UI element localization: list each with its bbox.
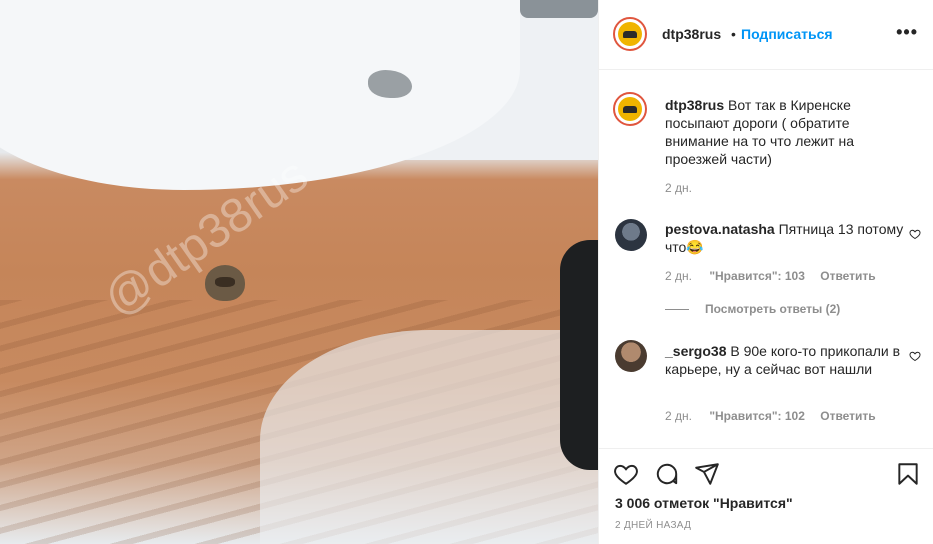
reply-button[interactable]: Ответить — [820, 269, 875, 283]
comment-icon[interactable] — [654, 461, 680, 487]
skull-on-road — [205, 265, 245, 301]
car-mirror — [560, 240, 598, 470]
view-replies-button[interactable]: Посмотреть ответы (2) — [665, 302, 840, 316]
post-photo: @dtp38rus — [0, 0, 598, 544]
comment-username[interactable]: _sergo38 — [665, 343, 726, 359]
comment-text: pestova.natasha Пятница 13 потому что😂 — [665, 220, 905, 256]
post-header: dtp38rus • Подписаться ••• — [599, 0, 933, 70]
parked-car — [520, 0, 598, 18]
frost-patch — [260, 330, 598, 544]
comment-text: _sergo38 В 90е кого-то прикопали в карье… — [665, 342, 905, 378]
bookmark-icon[interactable] — [895, 461, 921, 487]
heart-icon[interactable] — [613, 461, 639, 487]
caption-time[interactable]: 2 дн. — [665, 181, 692, 195]
reply-button[interactable]: Ответить — [820, 409, 875, 423]
follow-button[interactable]: Подписаться — [741, 26, 833, 42]
post-timestamp[interactable]: 2 ДНЕЙ НАЗАД — [615, 520, 691, 531]
comment-username[interactable]: pestova.natasha — [665, 221, 775, 237]
comment-time[interactable]: 2 дн. — [665, 269, 692, 283]
comment-like-heart-icon[interactable] — [909, 228, 921, 240]
comment-like-heart-icon[interactable] — [909, 350, 921, 362]
comment-meta: 2 дн. "Нравится": 103 Ответить — [665, 269, 876, 283]
car-logo-icon — [618, 22, 642, 46]
more-options-icon[interactable]: ••• — [896, 22, 918, 43]
author-username[interactable]: dtp38rus — [662, 26, 721, 42]
caption-username[interactable]: dtp38rus — [665, 97, 724, 113]
comment-likes[interactable]: "Нравится": 103 — [709, 269, 805, 283]
comment-likes[interactable]: "Нравится": 102 — [709, 409, 805, 423]
author-avatar[interactable] — [613, 17, 647, 51]
caption-author-avatar[interactable] — [613, 92, 647, 126]
post-side-panel: dtp38rus • Подписаться ••• dtp38rus Вот … — [598, 0, 933, 544]
header-separator: • — [731, 26, 736, 42]
comment-meta: 2 дн. "Нравится": 102 Ответить — [665, 409, 876, 423]
likes-count[interactable]: 3 006 отметок "Нравится" — [615, 495, 793, 511]
action-bar: 3 006 отметок "Нравится" 2 ДНЕЙ НАЗАД — [599, 448, 933, 544]
comment-time[interactable]: 2 дн. — [665, 409, 692, 423]
car-logo-icon — [618, 97, 642, 121]
commenter-avatar[interactable] — [615, 219, 647, 251]
snowbank — [0, 0, 520, 190]
share-icon[interactable] — [694, 461, 720, 487]
caption-text: dtp38rus Вот так в Киренске посыпают дор… — [665, 96, 905, 168]
commenter-avatar[interactable] — [615, 340, 647, 372]
